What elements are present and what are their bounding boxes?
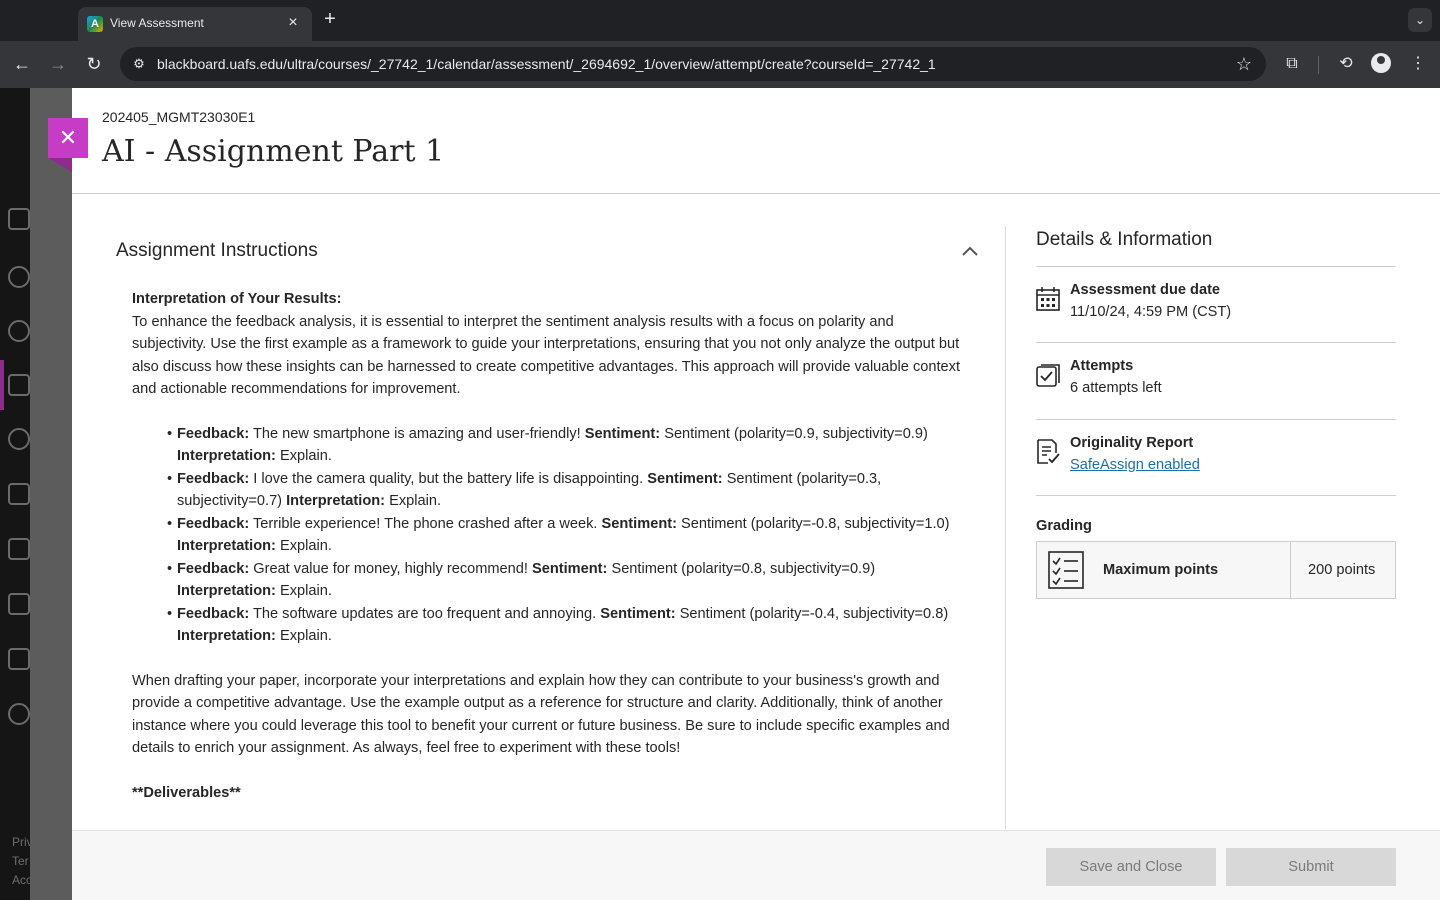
background-nav-rail: Priv Ter Acc xyxy=(0,88,33,900)
chevron-up-icon[interactable] xyxy=(958,240,982,264)
max-points-label: Maximum points xyxy=(1103,562,1219,578)
instructions-section[interactable]: Assignment Instructions Interpretation o… xyxy=(116,226,996,830)
details-divider xyxy=(1036,342,1396,343)
save-and-close-button[interactable]: Save and Close xyxy=(1046,848,1216,886)
max-points-value: 200 points xyxy=(1308,562,1376,578)
institution-icon xyxy=(8,208,30,230)
calendar-nav-icon xyxy=(8,483,30,505)
grading-divider xyxy=(1290,542,1291,598)
profile-avatar-icon[interactable] xyxy=(1371,53,1391,73)
panel-footer: Save and Close Submit xyxy=(72,830,1440,900)
grades-icon xyxy=(8,593,30,615)
deliverables-heading: **Deliverables** xyxy=(132,784,241,801)
instructions-heading: Assignment Instructions xyxy=(116,240,318,261)
attempts-label: Attempts xyxy=(1070,358,1134,374)
address-bar[interactable]: ⚙ blackboard.uafs.edu/ultra/courses/_277… xyxy=(120,47,1266,81)
globe-icon xyxy=(8,320,30,342)
grading-label: Grading xyxy=(1036,518,1092,534)
page-title: AI - Assignment Part 1 xyxy=(102,134,445,169)
browser-tab-strip: A View Assessment × + ⌄ xyxy=(0,0,1440,41)
site-info-icon[interactable]: ⚙ xyxy=(130,55,148,73)
courses-icon xyxy=(8,374,30,396)
column-divider xyxy=(1005,226,1006,830)
messages-icon xyxy=(8,538,30,560)
due-date-label: Assessment due date xyxy=(1070,282,1221,298)
course-id: 202405_MGMT23030E1 xyxy=(102,109,256,125)
due-date-value: 11/10/24, 4:59 PM (CST) xyxy=(1070,304,1232,320)
reload-icon[interactable]: ↻ xyxy=(82,52,106,76)
sign-out-icon xyxy=(8,703,30,725)
calendar-icon xyxy=(1036,287,1060,311)
close-tab-icon[interactable]: × xyxy=(284,14,302,32)
close-flag-fold xyxy=(48,158,72,172)
background-overlay xyxy=(30,88,72,900)
feedback-list: Feedback: The new smartphone is amazing … xyxy=(167,423,962,648)
originality-report-icon xyxy=(1037,439,1060,464)
sync-icon[interactable]: ⟲ xyxy=(1334,52,1358,76)
details-divider xyxy=(1036,495,1396,496)
tab-search-icon[interactable]: ⌄ xyxy=(1408,8,1432,32)
url-text[interactable]: blackboard.uafs.edu/ultra/courses/_27742… xyxy=(157,56,936,72)
browser-menu-icon[interactable]: ⋮ xyxy=(1406,52,1430,76)
new-tab-icon[interactable]: + xyxy=(320,9,340,29)
groups-icon xyxy=(8,428,30,450)
close-panel-button[interactable]: ✕ xyxy=(48,118,88,158)
intro-paragraph: To enhance the feedback analysis, it is … xyxy=(132,313,960,398)
browser-toolbar: ← → ↻ ⚙ blackboard.uafs.edu/ultra/course… xyxy=(0,41,1440,88)
blackboard-favicon-icon: A xyxy=(87,16,103,32)
browser-tab[interactable]: A View Assessment × xyxy=(78,7,312,41)
list-item: Feedback: The software updates are too f… xyxy=(167,603,962,648)
list-item: Feedback: The new smartphone is amazing … xyxy=(167,423,962,468)
toolbar-divider xyxy=(1318,56,1319,74)
details-divider xyxy=(1036,419,1396,420)
list-item: Feedback: I love the camera quality, but… xyxy=(167,468,962,513)
details-divider xyxy=(1036,266,1396,267)
list-item: Feedback: Great value for money, highly … xyxy=(167,558,962,603)
active-nav-marker xyxy=(0,360,4,410)
checklist-icon xyxy=(1048,551,1084,589)
header-divider xyxy=(72,193,1440,194)
profile-icon xyxy=(8,266,30,288)
back-icon[interactable]: ← xyxy=(10,52,34,76)
details-heading: Details & Information xyxy=(1036,229,1213,250)
originality-label: Originality Report xyxy=(1070,435,1194,451)
drafting-paragraph: When drafting your paper, incorporate yo… xyxy=(132,672,950,757)
assessment-panel: 202405_MGMT23030E1 AI - Assignment Part … xyxy=(72,88,1440,900)
forward-icon[interactable]: → xyxy=(46,52,70,76)
attempts-checkbox-icon xyxy=(1036,364,1060,387)
extensions-icon[interactable]: ⧉ xyxy=(1280,52,1304,76)
tools-icon xyxy=(8,648,30,670)
instructions-body: Interpretation of Your Results: To enhan… xyxy=(132,288,962,826)
interpretation-heading: Interpretation of Your Results: xyxy=(132,291,342,307)
list-item: Feedback: Terrible experience! The phone… xyxy=(167,513,962,558)
attempts-value: 6 attempts left xyxy=(1070,380,1162,396)
tab-title: View Assessment xyxy=(110,16,204,30)
submit-button[interactable]: Submit xyxy=(1226,848,1396,886)
safeassign-link[interactable]: SafeAssign enabled xyxy=(1070,457,1200,473)
bookmark-star-icon[interactable]: ☆ xyxy=(1236,54,1252,74)
grading-box: Maximum points 200 points xyxy=(1036,541,1396,599)
